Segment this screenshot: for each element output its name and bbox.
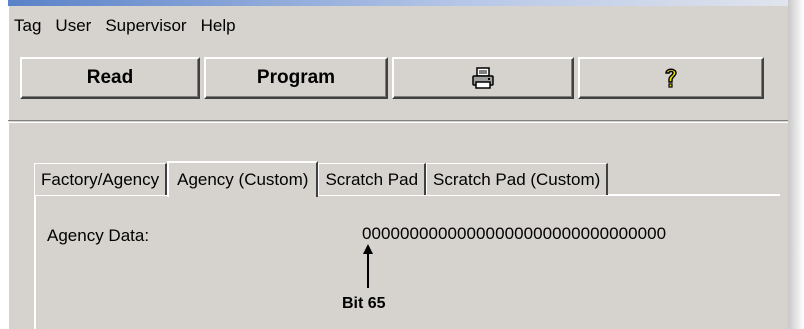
agency-data-label: Agency Data: (47, 226, 150, 245)
program-button[interactable]: Program (204, 57, 388, 99)
bit-pointer-arrow-icon (363, 244, 373, 288)
menu-supervisor[interactable]: Supervisor (99, 16, 194, 36)
toolbar: Read Program (20, 57, 768, 99)
print-button[interactable] (392, 57, 574, 99)
read-button[interactable]: Read (20, 57, 200, 99)
tab-agency-custom[interactable]: Agency (Custom) (167, 161, 319, 197)
tab-scratch-pad-custom[interactable]: Scratch Pad (Custom) (426, 163, 609, 195)
menu-user[interactable]: User (49, 16, 99, 36)
agency-data-value[interactable]: 00000000000000000000000000000000 (362, 224, 666, 244)
title-bar-strip (8, 0, 788, 6)
window-shadow (788, 0, 804, 329)
bit-marker-label: Bit 65 (342, 295, 386, 312)
question-mark-icon (665, 68, 677, 88)
menu-bar: Tag User Supervisor Help (8, 14, 244, 38)
tab-factory-agency[interactable]: Factory/Agency (34, 163, 168, 195)
tab-scratch-pad[interactable]: Scratch Pad (318, 163, 427, 195)
menu-tag[interactable]: Tag (8, 16, 49, 36)
printer-icon (472, 67, 494, 89)
tab-content (34, 194, 780, 329)
menu-help[interactable]: Help (195, 16, 244, 36)
tab-strip: Factory/Agency Agency (Custom) Scratch P… (34, 159, 609, 197)
help-button[interactable] (578, 57, 764, 99)
